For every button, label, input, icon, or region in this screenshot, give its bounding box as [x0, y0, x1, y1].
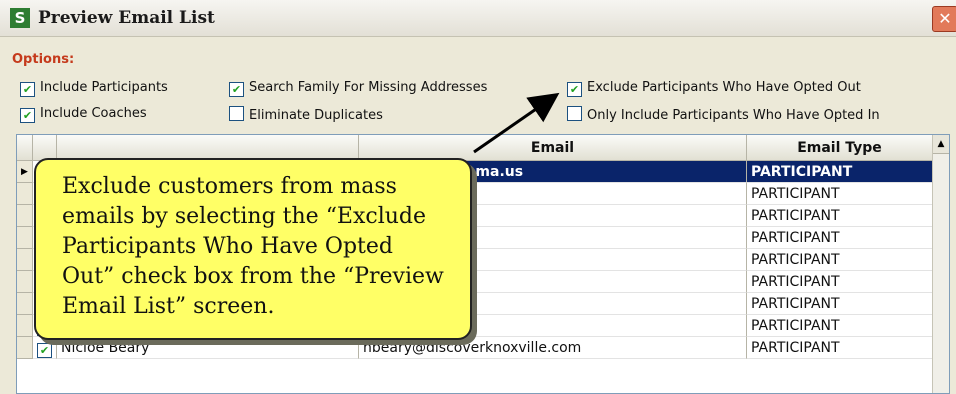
checkbox-label: Search Family For Missing Addresses — [249, 80, 488, 95]
search-family-checkbox[interactable]: ✔ Search Family For Missing Addresses — [229, 80, 487, 97]
include-participants-checkbox[interactable]: ✔ Include Participants — [20, 80, 168, 97]
email-type-cell: PARTICIPANT — [747, 183, 933, 205]
row-indicator[interactable] — [17, 337, 33, 359]
eliminate-duplicates-checkbox[interactable]: Eliminate Duplicates — [229, 106, 383, 123]
window-title: Preview Email List — [38, 8, 215, 28]
title-bar: S Preview Email List ✕ — [0, 0, 956, 37]
email-type-cell: PARTICIPANT — [747, 227, 933, 249]
checkbox-icon[interactable]: ✔ — [20, 82, 35, 97]
checkbox-label: Only Include Participants Who Have Opted… — [587, 108, 880, 123]
app-logo-icon: S — [10, 8, 30, 28]
email-type-cell: PARTICIPANT — [747, 161, 933, 183]
checkbox-icon[interactable] — [229, 106, 244, 121]
checkbox-icon[interactable]: ✔ — [20, 108, 35, 123]
callout-annotation: Exclude customers from mass emails by se… — [34, 158, 472, 340]
name-cell: Nicloe Beary — [57, 337, 359, 359]
checkbox-icon[interactable]: ✔ — [37, 343, 52, 358]
email-type-cell: PARTICIPANT — [747, 315, 933, 337]
options-label: Options: — [12, 52, 75, 67]
checkbox-label: Include Coaches — [40, 106, 147, 121]
scroll-up-icon[interactable]: ▲ — [933, 135, 949, 154]
row-indicator[interactable] — [17, 183, 33, 205]
email-type-cell: PARTICIPANT — [747, 249, 933, 271]
email-type-cell: PARTICIPANT — [747, 205, 933, 227]
row-indicator[interactable] — [17, 315, 33, 337]
include-coaches-checkbox[interactable]: ✔ Include Coaches — [20, 106, 147, 123]
checkbox-label: Eliminate Duplicates — [249, 108, 383, 123]
only-opted-in-checkbox[interactable]: Only Include Participants Who Have Opted… — [567, 106, 880, 123]
email-type-cell: PARTICIPANT — [747, 293, 933, 315]
row-indicator[interactable] — [17, 249, 33, 271]
email-type-cell: PARTICIPANT — [747, 271, 933, 293]
close-button[interactable]: ✕ — [932, 6, 956, 32]
checkbox-label: Exclude Participants Who Have Opted Out — [587, 80, 861, 95]
checkbox-icon[interactable]: ✔ — [567, 82, 582, 97]
row-indicator[interactable]: ▶ — [17, 161, 33, 183]
exclude-opted-out-checkbox[interactable]: ✔ Exclude Participants Who Have Opted Out — [567, 80, 861, 97]
checkbox-icon[interactable] — [567, 106, 582, 121]
row-header-column — [17, 135, 33, 161]
checkbox-icon[interactable]: ✔ — [229, 82, 244, 97]
checkbox-label: Include Participants — [40, 80, 168, 95]
email-cell: nbeary@discoverknoxville.com — [359, 337, 747, 359]
email-type-column-header[interactable]: Email Type — [747, 135, 933, 161]
row-indicator[interactable] — [17, 205, 33, 227]
row-indicator[interactable] — [17, 227, 33, 249]
row-indicator[interactable] — [17, 293, 33, 315]
row-indicator[interactable] — [17, 271, 33, 293]
vertical-scrollbar[interactable]: ▲ — [932, 135, 949, 393]
email-type-cell: PARTICIPANT — [747, 337, 933, 359]
table-row[interactable]: ✔ Nicloe Beary nbeary@discoverknoxville.co… — [17, 337, 933, 359]
row-checkbox-cell[interactable]: ✔ — [33, 337, 57, 359]
